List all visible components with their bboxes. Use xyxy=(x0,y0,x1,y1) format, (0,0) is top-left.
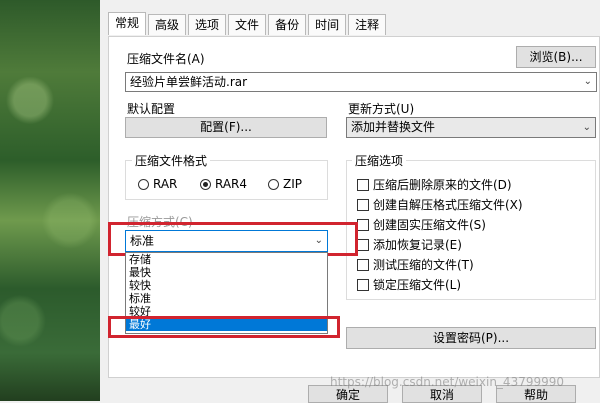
checkbox-icon xyxy=(357,258,369,271)
checkbox-icon xyxy=(357,198,369,211)
watermark-text: https://blog.csdn.net/weixin_43799990 xyxy=(330,375,565,389)
radio-rar4[interactable]: RAR4 xyxy=(200,177,247,191)
options-group-title: 压缩选项 xyxy=(352,152,407,169)
option-label: 创建自解压格式压缩文件(X) xyxy=(373,198,523,212)
checkbox-icon xyxy=(357,178,369,191)
archive-name-combo[interactable]: 经验片单尝鲜活动.rar ⌄ xyxy=(125,72,597,92)
archive-name-label: 压缩文件名(A) xyxy=(127,52,205,66)
radio-rar-label: RAR xyxy=(153,177,178,191)
method-option[interactable]: 存储 xyxy=(126,253,327,266)
format-group-title: 压缩文件格式 xyxy=(132,152,211,169)
tab-files[interactable]: 文件 xyxy=(228,14,267,35)
option-label: 创建固实压缩文件(S) xyxy=(373,218,486,232)
option-delete-after[interactable]: 压缩后删除原来的文件(D) xyxy=(357,176,512,193)
background-photo xyxy=(0,0,100,401)
tab-general[interactable]: 常规 xyxy=(108,12,147,35)
checkbox-icon xyxy=(357,238,369,251)
tab-time[interactable]: 时间 xyxy=(308,14,347,35)
radio-rar[interactable]: RAR xyxy=(138,177,177,191)
tab-comment[interactable]: 注释 xyxy=(348,14,387,35)
radio-circle-icon xyxy=(268,178,279,190)
annotation-box-best xyxy=(108,316,340,338)
radio-rar4-label: RAR4 xyxy=(215,177,248,191)
browse-button[interactable]: 浏览(B)... xyxy=(516,46,596,68)
option-recovery[interactable]: 添加恢复记录(E) xyxy=(357,236,462,253)
update-mode-value: 添加并替换文件 xyxy=(351,120,436,134)
profile-button[interactable]: 配置(F)... xyxy=(125,117,327,138)
radio-selected-icon xyxy=(200,178,211,190)
default-profile-label: 默认配置 xyxy=(127,102,176,116)
archive-name-value: 经验片单尝鲜活动.rar xyxy=(130,75,248,89)
option-test[interactable]: 测试压缩的文件(T) xyxy=(357,256,474,273)
checkbox-icon xyxy=(357,218,369,231)
update-mode-combo[interactable]: 添加并替换文件 ⌄ xyxy=(346,117,596,138)
tab-bar: 常规 高级 选项 文件 备份 时间 注释 xyxy=(108,12,388,36)
update-mode-label: 更新方式(U) xyxy=(348,102,415,116)
chevron-down-icon[interactable]: ⌄ xyxy=(583,118,591,137)
method-option[interactable]: 较快 xyxy=(126,279,327,292)
option-label: 锁定压缩文件(L) xyxy=(373,278,462,292)
radio-zip[interactable]: ZIP xyxy=(268,177,302,191)
option-label: 测试压缩的文件(T) xyxy=(373,258,474,272)
radio-zip-label: ZIP xyxy=(283,177,302,191)
method-option[interactable]: 最快 xyxy=(126,266,327,279)
annotation-box-method xyxy=(108,222,358,256)
tab-options[interactable]: 选项 xyxy=(188,14,227,35)
option-sfx[interactable]: 创建自解压格式压缩文件(X) xyxy=(357,196,523,213)
method-option[interactable]: 标准 xyxy=(126,292,327,305)
chevron-down-icon[interactable]: ⌄ xyxy=(584,73,592,91)
tab-advanced[interactable]: 高级 xyxy=(148,14,187,35)
option-label: 添加恢复记录(E) xyxy=(373,238,462,252)
radio-circle-icon xyxy=(138,178,149,190)
option-label: 压缩后删除原来的文件(D) xyxy=(373,178,512,192)
option-solid[interactable]: 创建固实压缩文件(S) xyxy=(357,216,486,233)
set-password-button[interactable]: 设置密码(P)... xyxy=(346,327,596,349)
checkbox-icon xyxy=(357,278,369,291)
option-lock[interactable]: 锁定压缩文件(L) xyxy=(357,276,461,293)
tab-backup[interactable]: 备份 xyxy=(268,14,307,35)
